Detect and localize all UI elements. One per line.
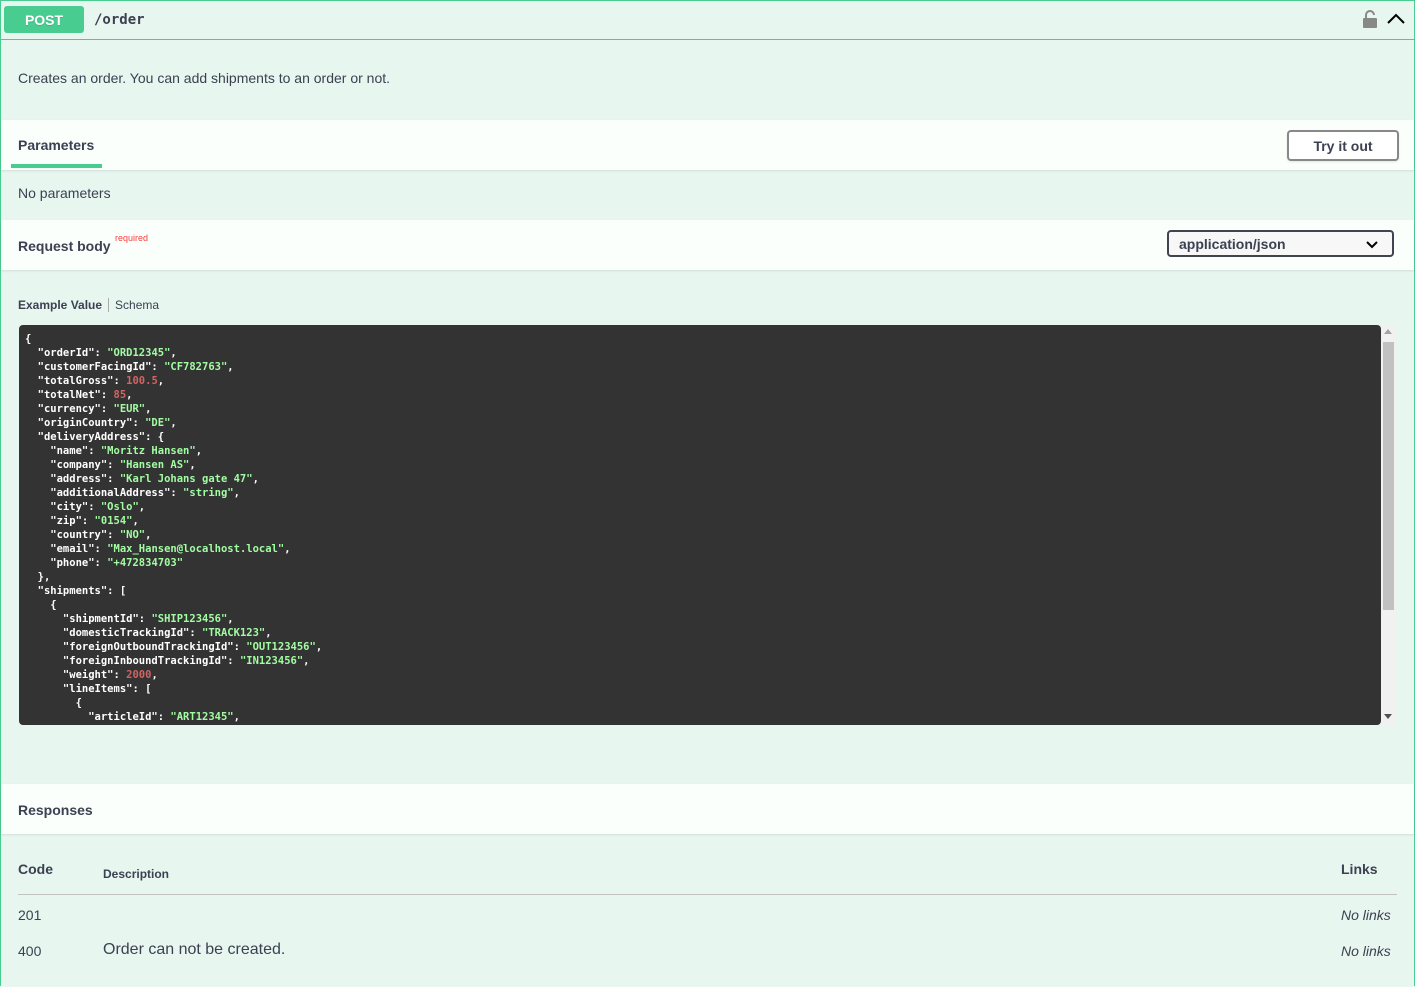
- tab-divider: [108, 298, 110, 312]
- lock-icon[interactable]: [1362, 10, 1378, 28]
- col-description-header: Description: [103, 867, 170, 881]
- response-code: 400: [18, 943, 42, 959]
- tab-active-indicator: [11, 164, 102, 168]
- tab-example-value[interactable]: Example Value: [18, 298, 102, 312]
- method-badge: POST: [4, 6, 84, 33]
- scroll-thumb[interactable]: [1383, 342, 1394, 610]
- required-badge: required: [115, 233, 149, 243]
- col-links-header: Links: [1341, 861, 1378, 877]
- response-code: 201: [18, 907, 42, 923]
- response-description: Order can not be created.: [103, 941, 286, 958]
- code-scrollbar[interactable]: [1381, 325, 1396, 725]
- no-parameters-text: No parameters: [18, 185, 111, 201]
- try-it-out-button[interactable]: Try it out: [1287, 130, 1399, 161]
- header-divider: [18, 894, 1397, 895]
- scroll-down-arrow[interactable]: [1384, 714, 1392, 719]
- endpoint-path: /order: [94, 12, 145, 28]
- scroll-up-arrow[interactable]: [1384, 329, 1392, 334]
- content-type-select[interactable]: application/json: [1167, 230, 1394, 257]
- example-json: { "orderId": "ORD12345", "customerFacing…: [25, 333, 323, 723]
- response-links: No links: [1341, 907, 1391, 923]
- example-tabs: Example Value Schema: [18, 298, 159, 312]
- request-body-label: Request body: [18, 238, 111, 254]
- operation-block: POST /order Creates an order. You can ad…: [0, 0, 1415, 986]
- operation-description: Creates an order. You can add shipments …: [18, 70, 391, 86]
- col-code-header: Code: [18, 861, 53, 877]
- tab-parameters[interactable]: Parameters: [18, 137, 94, 153]
- operation-summary[interactable]: POST /order: [1, 1, 1414, 40]
- parameters-header: Parameters Try it out: [1, 120, 1414, 170]
- example-code-block[interactable]: { "orderId": "ORD12345", "customerFacing…: [19, 325, 1381, 725]
- chevron-up-icon[interactable]: [1386, 11, 1406, 27]
- chevron-down-icon: [1366, 241, 1378, 249]
- response-links: No links: [1341, 943, 1391, 959]
- request-body-header: Request body required application/json: [1, 220, 1414, 270]
- request-body-title: Request body required: [18, 233, 148, 254]
- responses-header: Responses: [1, 784, 1414, 834]
- content-type-value: application/json: [1179, 235, 1286, 252]
- tab-schema[interactable]: Schema: [115, 298, 159, 312]
- responses-title: Responses: [18, 802, 93, 818]
